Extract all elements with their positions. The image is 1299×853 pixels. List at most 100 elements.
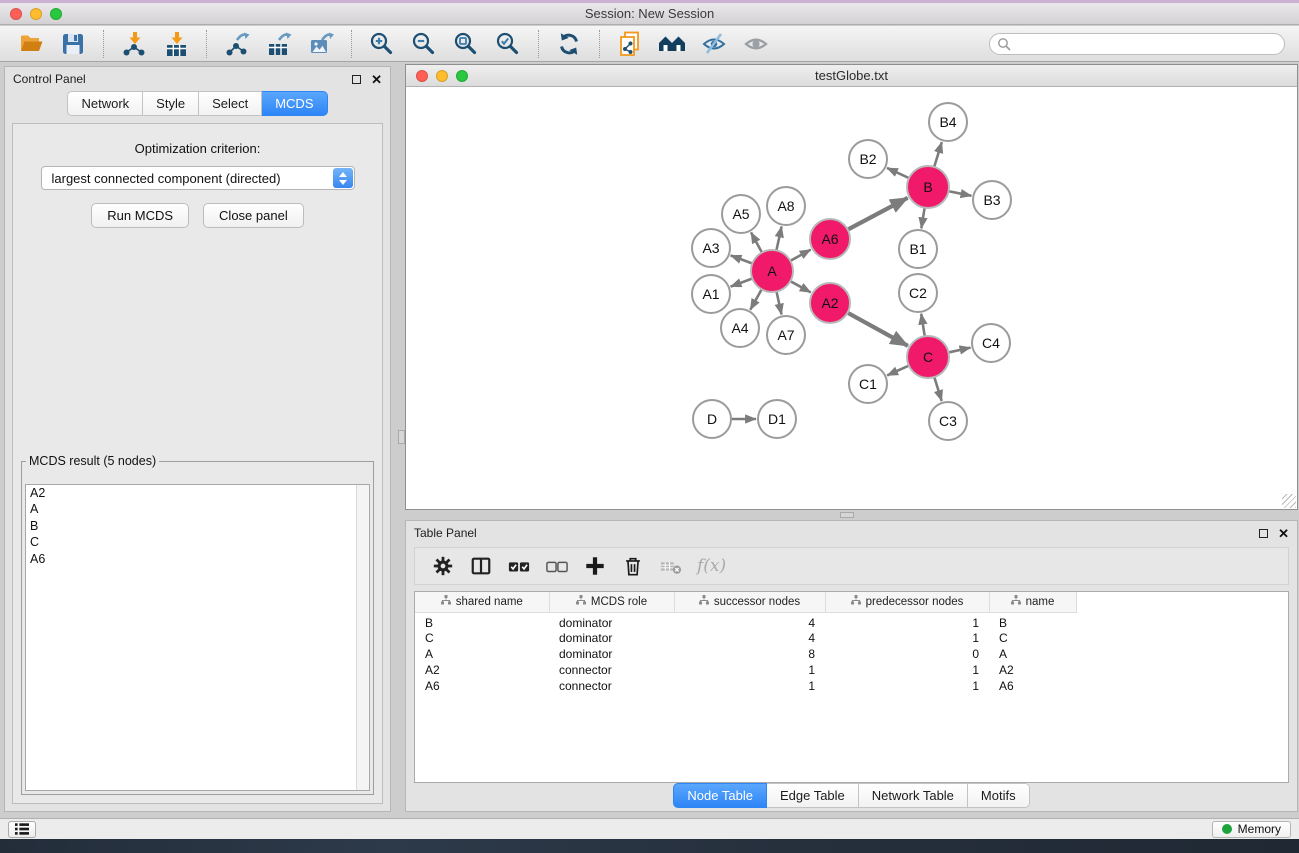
table-cell[interactable]: 1	[825, 630, 989, 646]
mcds-result-item[interactable]: C	[26, 534, 369, 550]
column-header[interactable]: MCDS role	[549, 592, 674, 612]
hide-selected-button[interactable]	[697, 29, 731, 59]
graph-edge[interactable]	[948, 191, 972, 196]
table-cell[interactable]: dominator	[549, 646, 674, 662]
scrollbar-track[interactable]	[356, 485, 369, 790]
graph-edge[interactable]	[776, 291, 781, 315]
column-header[interactable]: name	[989, 592, 1076, 612]
graph-edge[interactable]	[731, 278, 754, 287]
table-cell[interactable]: 0	[825, 646, 989, 662]
splitter-grip[interactable]	[398, 430, 405, 444]
table-cell[interactable]: B	[989, 612, 1076, 630]
resize-grip-icon[interactable]	[1282, 494, 1296, 508]
table-cell[interactable]: 1	[674, 662, 825, 678]
graph-edge[interactable]	[934, 142, 942, 168]
graph-edge[interactable]	[790, 250, 811, 262]
float-panel-icon[interactable]	[352, 75, 361, 84]
table-cell[interactable]: 4	[674, 630, 825, 646]
table-row[interactable]: A2connector11A2	[415, 662, 1076, 678]
table-cell[interactable]: A2	[415, 662, 549, 678]
table-row[interactable]: Adominator80A	[415, 646, 1076, 662]
graph-edge[interactable]	[751, 232, 762, 253]
graph-edge[interactable]	[921, 314, 925, 338]
open-session-button[interactable]	[14, 29, 48, 59]
tab-select[interactable]: Select	[199, 91, 262, 116]
tab-network[interactable]: Network	[67, 91, 143, 116]
zoom-in-button[interactable]	[365, 29, 399, 59]
network-frame-titlebar[interactable]: testGlobe.txt	[406, 65, 1297, 87]
graph-edge[interactable]	[934, 376, 942, 401]
tab-motifs[interactable]: Motifs	[968, 783, 1030, 808]
table-cell[interactable]: connector	[549, 678, 674, 694]
memory-button[interactable]: Memory	[1212, 821, 1291, 838]
table-cell[interactable]: 4	[674, 612, 825, 630]
zoom-selected-button[interactable]	[491, 29, 525, 59]
table-row[interactable]: Bdominator41B	[415, 612, 1076, 630]
table-cell[interactable]: C	[989, 630, 1076, 646]
table-cell[interactable]: 1	[825, 612, 989, 630]
import-table-button[interactable]	[159, 29, 193, 59]
new-network-from-selection-button[interactable]	[613, 29, 647, 59]
graph-edge[interactable]	[887, 168, 910, 179]
table-row[interactable]: A6connector11A6	[415, 678, 1076, 694]
graph-edge[interactable]	[790, 281, 811, 293]
show-all-button[interactable]	[739, 29, 773, 59]
save-session-button[interactable]	[56, 29, 90, 59]
delete-table-button[interactable]	[655, 551, 687, 581]
graph-edge[interactable]	[921, 207, 925, 229]
network-graph[interactable]: B4B2BB3A8A5A6B1A3AC2A1A2A4A7C4CC1C3DD1	[407, 88, 1296, 508]
mcds-result-item[interactable]: A2	[26, 485, 369, 501]
network-canvas[interactable]: B4B2BB3A8A5A6B1A3AC2A1A2A4A7C4CC1C3DD1	[407, 88, 1296, 508]
column-settings-button[interactable]	[427, 551, 459, 581]
column-header[interactable]: predecessor nodes	[825, 592, 989, 612]
table-cell[interactable]: 1	[674, 678, 825, 694]
close-panel-button[interactable]: Close panel	[203, 203, 304, 228]
export-image-button[interactable]	[304, 29, 338, 59]
delete-column-button[interactable]	[617, 551, 649, 581]
mcds-result-list[interactable]: A2ABCA6	[25, 484, 370, 791]
graph-edge[interactable]	[887, 365, 910, 375]
run-mcds-button[interactable]: Run MCDS	[91, 203, 189, 228]
mcds-result-item[interactable]: B	[26, 518, 369, 534]
tab-network-table[interactable]: Network Table	[859, 783, 968, 808]
import-network-button[interactable]	[117, 29, 151, 59]
table-cell[interactable]: A6	[415, 678, 549, 694]
graph-edge[interactable]	[948, 348, 971, 353]
table-cell[interactable]: dominator	[549, 612, 674, 630]
graph-edge[interactable]	[731, 255, 754, 264]
mcds-result-item[interactable]: A	[26, 501, 369, 517]
select-all-rows-button[interactable]	[503, 551, 535, 581]
table-cell[interactable]: dominator	[549, 630, 674, 646]
tab-node-table[interactable]: Node Table	[673, 783, 767, 808]
first-neighbors-button[interactable]	[655, 29, 689, 59]
table-cell[interactable]: 1	[825, 662, 989, 678]
table-cell[interactable]: A	[989, 646, 1076, 662]
criterion-select[interactable]: largest connected component (directed)	[41, 166, 355, 190]
task-history-button[interactable]	[8, 821, 36, 838]
export-network-button[interactable]	[220, 29, 254, 59]
tab-mcds[interactable]: MCDS	[262, 91, 327, 116]
table-cell[interactable]: A6	[989, 678, 1076, 694]
graph-edge[interactable]	[847, 198, 908, 230]
node-table-grid[interactable]: shared nameMCDS rolesuccessor nodesprede…	[415, 592, 1077, 694]
tab-style[interactable]: Style	[143, 91, 199, 116]
function-builder-button[interactable]: f(x)	[697, 556, 726, 576]
tab-edge-table[interactable]: Edge Table	[767, 783, 859, 808]
zoom-fit-button[interactable]	[449, 29, 483, 59]
table-cell[interactable]: B	[415, 612, 549, 630]
column-header[interactable]: successor nodes	[674, 592, 825, 612]
table-cell[interactable]: connector	[549, 662, 674, 678]
graph-edge[interactable]	[776, 227, 781, 252]
splitter-grip[interactable]	[840, 512, 854, 518]
search-input[interactable]	[1016, 34, 1276, 54]
show-columns-button[interactable]	[465, 551, 497, 581]
mcds-result-item[interactable]: A6	[26, 551, 369, 567]
float-panel-icon[interactable]	[1259, 529, 1268, 538]
table-cell[interactable]: C	[415, 630, 549, 646]
column-header[interactable]: shared name	[415, 592, 549, 612]
create-column-button[interactable]	[579, 551, 611, 581]
close-panel-icon[interactable]: ✕	[1278, 527, 1289, 540]
table-cell[interactable]: A	[415, 646, 549, 662]
table-cell[interactable]: 8	[674, 646, 825, 662]
graph-edge[interactable]	[847, 312, 908, 346]
